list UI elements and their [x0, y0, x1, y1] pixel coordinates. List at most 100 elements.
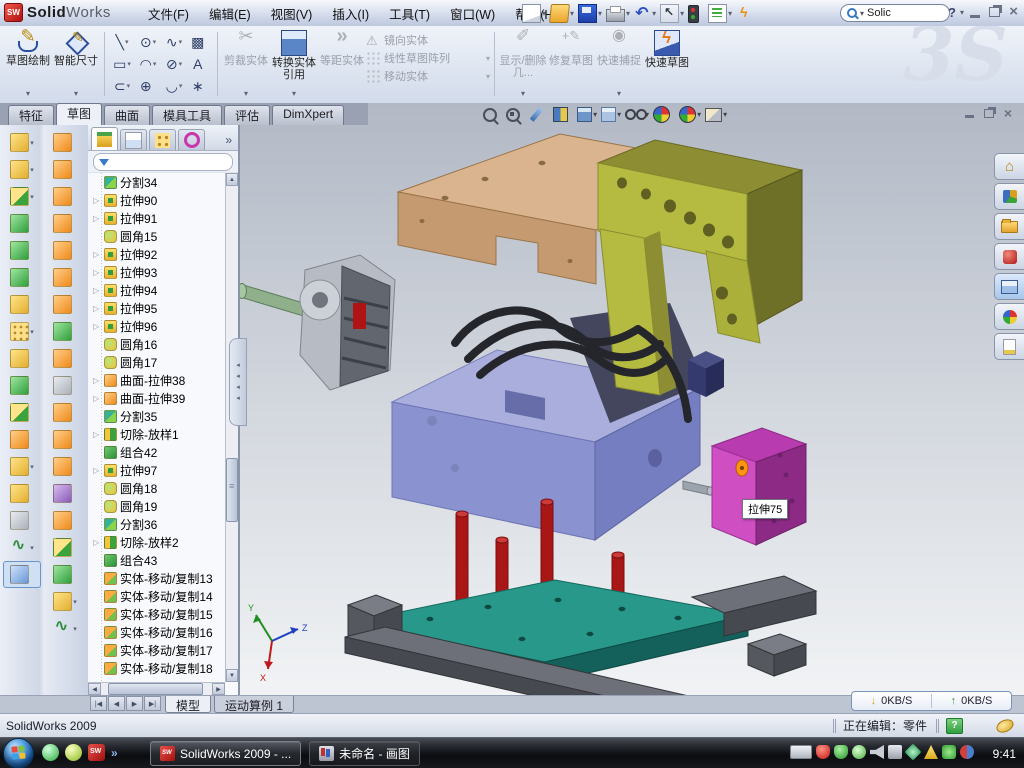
feature-tree-item[interactable]: ▷ 分割36: [88, 515, 225, 533]
toolbar-icon[interactable]: ▾: [3, 210, 41, 237]
feature-tree-item[interactable]: ▷ 拉伸91: [88, 209, 225, 227]
toolbar-icon[interactable]: ▾: [3, 426, 41, 453]
expander-icon[interactable]: ▷: [93, 214, 101, 223]
ribbon-row-button[interactable]: 线性草图阵列 ▾: [366, 50, 490, 66]
task-pane-tab[interactable]: [994, 153, 1024, 180]
expander-icon[interactable]: ▷: [93, 250, 101, 259]
toolbar-icon[interactable]: ▾: [3, 534, 41, 561]
quick-launch-chevron-icon[interactable]: »: [111, 746, 118, 760]
dropdown-caret-icon[interactable]: ▾: [244, 88, 248, 100]
menu-item[interactable]: 文件(F): [138, 1, 199, 26]
expander-icon[interactable]: ▷: [93, 304, 101, 313]
feature-manager-tab[interactable]: [149, 129, 176, 150]
toolbar-icon[interactable]: ▾: [46, 507, 84, 534]
feature-tree-item[interactable]: ▷ 切除-放样1: [88, 425, 225, 443]
document-tab[interactable]: 运动算例 1: [214, 696, 294, 713]
toolbar-button[interactable]: ▾: [708, 4, 732, 23]
sketch-entity-button[interactable]: ◠▾: [135, 53, 161, 75]
dropdown-caret-icon[interactable]: ▾: [626, 9, 630, 18]
cam-slider-part[interactable]: [240, 255, 395, 390]
tray-icon[interactable]: [834, 745, 848, 759]
scroll-left-icon[interactable]: ◀: [88, 683, 101, 695]
expander-icon[interactable]: ▷: [93, 268, 101, 277]
dropdown-caret-icon[interactable]: ▾: [179, 38, 183, 46]
feature-tree-item[interactable]: ▷ 实体-移动/复制17: [88, 641, 225, 659]
toolbar-button[interactable]: ▾: [606, 5, 630, 22]
tab-nav-button[interactable]: ▶: [126, 696, 143, 711]
view-tool-button[interactable]: ▾: [601, 107, 621, 122]
toolbar-button[interactable]: ▾: [550, 4, 574, 23]
view-tool-button[interactable]: ▾: [705, 108, 727, 122]
toolbar-icon[interactable]: ▾: [3, 156, 41, 183]
toolbar-button[interactable]: ▾: [522, 4, 546, 23]
toolbar-icon[interactable]: ▾: [46, 615, 84, 642]
scrollbar-thumb[interactable]: [226, 458, 238, 522]
toolbar-icon[interactable]: ▾: [3, 561, 41, 588]
dropdown-caret-icon[interactable]: ▾: [30, 139, 34, 147]
task-pane-tab[interactable]: [994, 183, 1024, 210]
toolbar-icon[interactable]: ▾: [46, 156, 84, 183]
menu-item[interactable]: 工具(T): [379, 1, 440, 26]
tab-nav-button[interactable]: ◀: [108, 696, 125, 711]
toolbar-icon[interactable]: ▾: [3, 507, 41, 534]
tray-icon[interactable]: [852, 745, 866, 759]
taskbar-task-button[interactable]: 未命名 - 画图: [309, 741, 420, 766]
expander-icon[interactable]: ▷: [93, 376, 101, 385]
feature-tree-item[interactable]: ▷ 曲面-拉伸38: [88, 371, 225, 389]
toolbar-icon[interactable]: ▾: [46, 453, 84, 480]
feature-tree-item[interactable]: ▷ 曲面-拉伸39: [88, 389, 225, 407]
task-pane-tab[interactable]: [994, 243, 1024, 270]
expander-icon[interactable]: ▷: [93, 538, 101, 547]
toolbar-icon[interactable]: ▾: [3, 480, 41, 507]
dropdown-caret-icon[interactable]: ▾: [617, 88, 621, 100]
sketch-entity-button[interactable]: ∗▾: [187, 75, 213, 97]
feature-tree-item[interactable]: ▷ 拉伸93: [88, 263, 225, 281]
commandmanager-tab[interactable]: 草图: [56, 103, 102, 125]
close-button[interactable]: ×: [1009, 6, 1018, 18]
doc-minimize-button[interactable]: [965, 115, 974, 118]
sketch-entity-button[interactable]: ▩▾: [187, 31, 213, 53]
feature-tree-item[interactable]: ▷ 分割35: [88, 407, 225, 425]
toolbar-icon[interactable]: ▾: [46, 399, 84, 426]
toolbar-icon[interactable]: ▾: [46, 426, 84, 453]
dropdown-caret-icon[interactable]: ▾: [30, 193, 34, 201]
ribbon-row-button[interactable]: 移动实体 ▾: [366, 68, 490, 84]
toolbar-icon[interactable]: ▾: [46, 345, 84, 372]
tray-icon[interactable]: [888, 745, 902, 759]
search-box[interactable]: ▾ Solic: [840, 4, 950, 22]
dropdown-caret-icon[interactable]: ▾: [127, 60, 131, 68]
ribbon-button[interactable]: 显示/删除几... ▾: [499, 28, 547, 100]
tray-icon[interactable]: [816, 745, 830, 759]
dropdown-caret-icon[interactable]: ▾: [153, 38, 157, 46]
taskbar-clock[interactable]: 9:41: [993, 747, 1016, 761]
dropdown-caret-icon[interactable]: ▾: [486, 72, 490, 81]
toolbar-icon[interactable]: ▾: [3, 129, 41, 156]
feature-tree-item[interactable]: ▷ 拉伸97: [88, 461, 225, 479]
menu-item[interactable]: 编辑(E): [199, 1, 261, 26]
panel-splitter-handle[interactable]: ◂ ◂ ◂ ◂: [229, 338, 247, 426]
toolbar-button[interactable]: ▾: [578, 4, 602, 23]
start-button[interactable]: [3, 738, 34, 768]
feature-tree-item[interactable]: ▷ 圆角19: [88, 497, 225, 515]
commandmanager-tab[interactable]: 特征: [8, 105, 54, 125]
toolbar-icon[interactable]: ▾: [3, 372, 41, 399]
commandmanager-tab[interactable]: 模具工具: [152, 105, 222, 125]
dropdown-caret-icon[interactable]: ▾: [179, 60, 183, 68]
dropdown-caret-icon[interactable]: ▾: [26, 88, 30, 100]
feature-tree-item[interactable]: ▷ 实体-移动/复制18: [88, 659, 225, 677]
ribbon-row-button[interactable]: 镜向实体 ▾: [366, 32, 490, 48]
view-tool-button[interactable]: ▾: [577, 107, 597, 122]
toolbar-icon[interactable]: ▾: [46, 291, 84, 318]
feature-tree-item[interactable]: ▷ 实体-移动/复制15: [88, 605, 225, 623]
scroll-right-icon[interactable]: ▶: [212, 683, 225, 695]
toolbar-icon[interactable]: ▾: [46, 480, 84, 507]
ribbon-button[interactable]: 快速捕捉 ▾: [595, 28, 643, 100]
sketch-entity-button[interactable]: ⊕▾: [135, 75, 161, 97]
menu-item[interactable]: 窗口(W): [440, 1, 505, 26]
magenta-insert-part[interactable]: [712, 428, 806, 545]
document-tab[interactable]: 模型: [165, 696, 211, 713]
toolbar-button[interactable]: ▾: [660, 4, 684, 23]
sketch-entity-button[interactable]: A▾: [187, 53, 213, 75]
quick-launch-icon[interactable]: [42, 744, 59, 761]
dropdown-caret-icon[interactable]: ▾: [30, 544, 34, 552]
